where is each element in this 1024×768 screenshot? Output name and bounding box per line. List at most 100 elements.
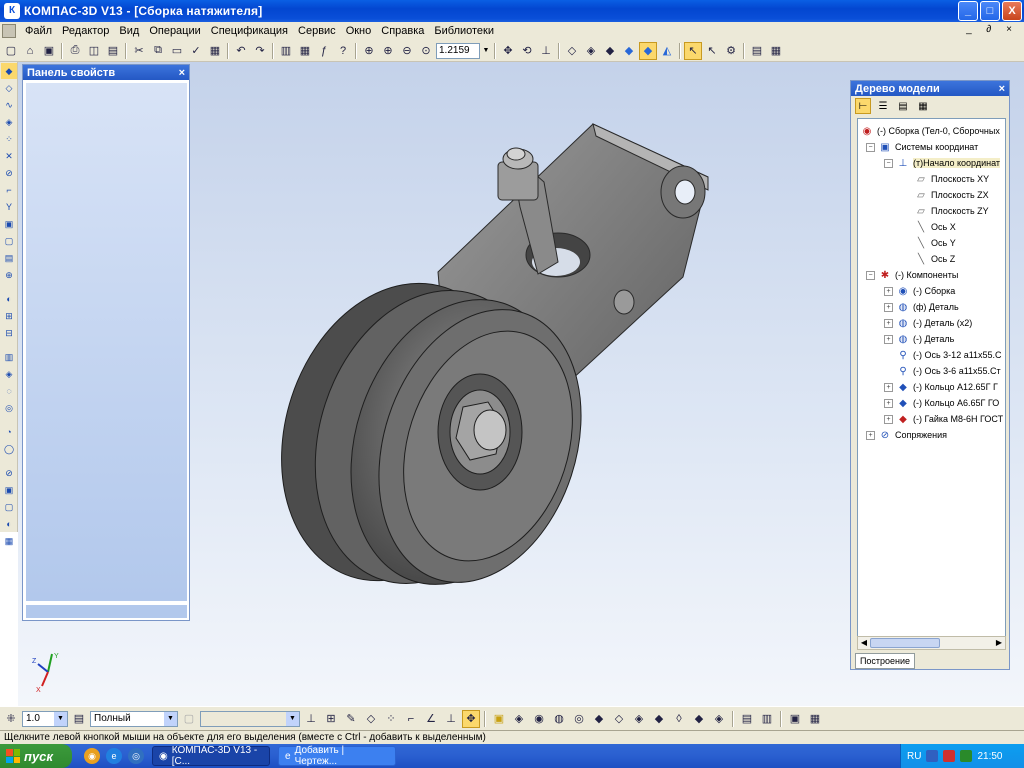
snap-icon[interactable]: ✎	[342, 710, 360, 728]
close-icon[interactable]: ×	[999, 83, 1009, 95]
spec-icon[interactable]: ▢	[1, 233, 17, 249]
expand-icon[interactable]: +	[884, 318, 893, 328]
link-icon[interactable]: ⊘	[1, 465, 17, 481]
tree-filter-icon[interactable]: ▤	[895, 98, 911, 114]
active-tool-icon[interactable]: ✥	[462, 709, 480, 728]
mate-icon[interactable]: ▥	[1, 349, 17, 365]
view-manager-icon[interactable]: ▥	[758, 710, 776, 728]
edit-component-icon[interactable]: ◆	[1, 63, 17, 79]
expand-icon[interactable]: +	[884, 382, 893, 392]
style-combo[interactable]: Полный ▼	[90, 710, 178, 727]
menu-editor[interactable]: Редактор	[57, 25, 114, 37]
camera-icon[interactable]: ▣	[786, 710, 804, 728]
tray-arrow-icon[interactable]	[926, 750, 939, 762]
new-file-icon[interactable]: ▢	[2, 42, 20, 60]
grid-icon[interactable]: ⁜	[2, 710, 20, 728]
render-icon[interactable]: ▦	[806, 710, 824, 728]
orientation-icon[interactable]: ⊥	[537, 42, 555, 60]
menu-service[interactable]: Сервис	[293, 25, 341, 37]
tree-node-mates[interactable]: + ⊘ Сопряжения	[866, 427, 947, 443]
menu-operations[interactable]: Операции	[144, 25, 205, 37]
expand-icon[interactable]: +	[884, 398, 893, 408]
measure-icon[interactable]: ⌐	[402, 710, 420, 728]
tree-node-standard-part[interactable]: ⚲ (-) Ось 3-12 а11х55.С	[896, 347, 1001, 363]
tray-network-icon[interactable]	[960, 750, 973, 762]
properties-icon[interactable]: ✓	[187, 42, 205, 60]
zoom-fit-icon[interactable]: ⊙	[417, 42, 435, 60]
angle-icon[interactable]: ∠	[422, 710, 440, 728]
tree-node-coordinate-systems[interactable]: − ▣ Системы координат	[866, 139, 978, 155]
hole-icon[interactable]: ◯	[1, 441, 17, 457]
task-kompas[interactable]: ◉ КОМПАС-3D V13 - [С...	[152, 745, 270, 767]
filter-part-icon[interactable]: ▣	[490, 710, 508, 728]
start-button[interactable]: пуск	[0, 744, 72, 768]
create-component-icon[interactable]: ⊟	[1, 325, 17, 341]
chevron-down-icon[interactable]: ▼	[164, 711, 177, 726]
print-icon[interactable]: ⎙	[66, 42, 84, 60]
format-icon[interactable]: ▦	[206, 42, 224, 60]
variables-icon[interactable]: ▥	[277, 42, 295, 60]
tree-horizontal-scrollbar[interactable]: ◀ ▶	[857, 636, 1006, 650]
array-icon[interactable]: ⁘	[1, 131, 17, 147]
scroll-thumb[interactable]	[870, 638, 940, 648]
collision-icon[interactable]: ◎	[1, 400, 17, 416]
menu-specification[interactable]: Спецификация	[206, 25, 293, 37]
function-icon[interactable]: ƒ	[315, 42, 333, 60]
manager-icon[interactable]: ▤	[104, 42, 122, 60]
maximize-button[interactable]: □	[980, 1, 1000, 21]
browser-icon[interactable]: ◉	[84, 748, 100, 764]
filter-edge-icon[interactable]: ◍	[550, 710, 568, 728]
scroll-left-icon[interactable]: ◀	[858, 637, 870, 649]
libraries-icon[interactable]: ▦	[296, 42, 314, 60]
ie-icon[interactable]: e	[106, 748, 122, 764]
copy-icon[interactable]: ⧉	[149, 42, 167, 60]
expand-icon[interactable]: +	[884, 334, 893, 344]
layer-icon[interactable]: ▤	[70, 710, 88, 728]
step-combo[interactable]: 1.0 ▼	[22, 710, 68, 727]
tree-settings-icon[interactable]: ⚙	[722, 42, 740, 60]
menu-window[interactable]: Окно	[341, 25, 377, 37]
filter-body-icon[interactable]: ◈	[510, 710, 528, 728]
filter-surface-icon[interactable]: ◆	[650, 710, 668, 728]
menu-view[interactable]: Вид	[114, 25, 144, 37]
close-icon[interactable]: ×	[179, 67, 189, 79]
zoom-window-icon[interactable]: ⊕	[360, 42, 378, 60]
scroll-right-icon[interactable]: ▶	[993, 637, 1005, 649]
select-mode-icon[interactable]: ↖	[703, 42, 721, 60]
task-browser[interactable]: e Добавить | Чертеж...	[278, 745, 396, 767]
constraints-icon[interactable]: ⊘	[1, 165, 17, 181]
chevron-down-icon[interactable]: ▼	[54, 711, 67, 726]
surface-icon[interactable]: ◈	[1, 114, 17, 130]
selection-icon[interactable]: ▣	[1, 216, 17, 232]
variant-icon[interactable]: ▣	[1, 482, 17, 498]
filter-face-icon[interactable]: ◉	[530, 710, 548, 728]
wireframe-icon[interactable]: ◇	[563, 42, 581, 60]
tree-view-icon[interactable]: ☰	[875, 98, 891, 114]
tree-node-axis-z[interactable]: ╲ Ось Z	[914, 251, 955, 267]
expand-icon[interactable]: +	[866, 430, 875, 440]
view-settings-icon[interactable]: ▤	[738, 710, 756, 728]
diagnostics-icon[interactable]: Y	[1, 199, 17, 215]
expand-icon[interactable]: +	[884, 414, 893, 424]
tree-node-axis-y[interactable]: ╲ Ось Y	[914, 235, 956, 251]
thin-lines-icon[interactable]: ◆	[601, 42, 619, 60]
mirror-icon[interactable]: ◐	[1, 516, 17, 532]
model-tree[interactable]: ◉ (-) Сборка (Тел-0, Сборочных − ▣ Системы …	[857, 118, 1006, 650]
library-manager-icon[interactable]: ▤	[748, 42, 766, 60]
close-button[interactable]: X	[1002, 1, 1022, 21]
tree-node-standard-part[interactable]: + ◆ (-) Кольцо А12.65Г Г	[884, 379, 998, 395]
tree-node-plane-xy[interactable]: ▱ Плоскость XY	[914, 171, 989, 187]
pointer-icon[interactable]: ◇	[362, 710, 380, 728]
redo-icon[interactable]: ↷	[251, 42, 269, 60]
add-standard-icon[interactable]: ⊞	[1, 308, 17, 324]
mdi-controls[interactable]: _ ∂ ×	[966, 24, 1018, 35]
minimize-button[interactable]: _	[958, 1, 978, 21]
collapse-icon[interactable]: −	[884, 158, 893, 168]
expand-icon[interactable]: +	[884, 286, 893, 296]
shaded-icon[interactable]: ◆	[620, 42, 638, 60]
save-icon[interactable]: ▣	[40, 42, 58, 60]
select-filter-icon[interactable]: ↖	[684, 41, 702, 60]
filter-plane-icon[interactable]: ◆	[590, 710, 608, 728]
cut-assembly-icon[interactable]: ◔	[1, 424, 17, 440]
move-component-icon[interactable]: ◈	[1, 366, 17, 382]
